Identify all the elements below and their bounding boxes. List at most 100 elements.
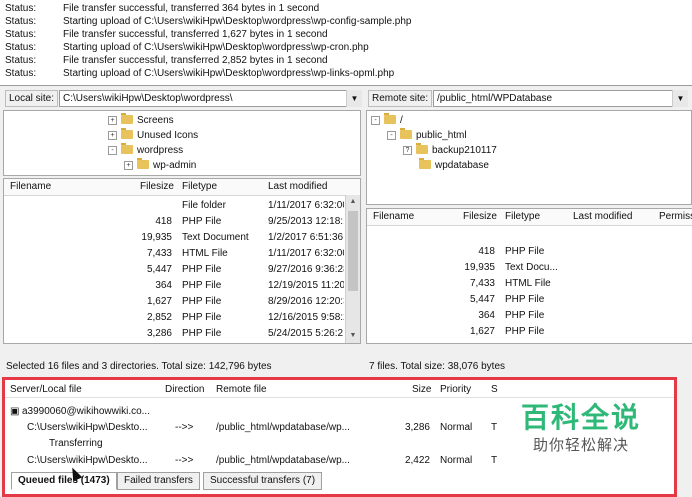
tree-node[interactable]: - public_html <box>387 128 467 143</box>
log-message: Starting upload of C:\Users\wikiHpw\Desk… <box>63 42 369 53</box>
unknown-status-icon[interactable]: ? <box>403 146 412 155</box>
file-type: PHP File <box>182 312 222 323</box>
tree-node[interactable]: - / <box>371 113 403 128</box>
tree-node[interactable]: + wp-admin <box>124 158 196 173</box>
log-row: Status: Starting upload of C:\Users\wikiH… <box>5 67 394 80</box>
local-site-path-input[interactable]: C:\Users\wikiHpw\Desktop\wordpress\ <box>59 90 347 107</box>
tab-queued-files[interactable]: Queued files (1473) <box>11 472 117 490</box>
file-row[interactable]: wp-blog-header...364PHP File12/19/2015 1… <box>4 278 360 294</box>
remote-file-list[interactable]: Filename Filesize Filetype Last modified… <box>366 208 692 344</box>
tree-node[interactable]: ? backup210117 <box>403 143 497 158</box>
queue-local-file: C:\Users\wikiHpw\Deskto... <box>27 455 148 466</box>
local-path-dropdown-icon[interactable]: ▼ <box>346 90 362 107</box>
folder-icon <box>384 113 396 124</box>
tab-failed-transfers[interactable]: Failed transfers <box>117 472 200 490</box>
queue-column-remote[interactable]: Remote file <box>216 384 267 395</box>
file-type: PHP File <box>182 328 222 339</box>
tab-successful-transfers[interactable]: Successful transfers (7) <box>203 472 323 490</box>
file-row[interactable]: index.php418PHP File <box>367 244 692 260</box>
file-row[interactable]: wp-config-sam...2,852PHP File12/16/2015 … <box>4 310 360 326</box>
file-type: PHP File <box>505 246 545 257</box>
file-size: 7,433 <box>146 248 172 259</box>
file-modified: 1/2/2017 6:51:36 I <box>268 232 344 243</box>
tree-node-label: wordpress <box>137 145 184 156</box>
queue-column-server[interactable]: Server/Local file <box>10 384 82 395</box>
file-type: PHP File <box>182 264 222 275</box>
expand-icon[interactable]: + <box>108 116 117 125</box>
file-row[interactable]: license.txt19,935Text Docu... <box>367 260 692 276</box>
column-permissions[interactable]: Permiss <box>659 211 692 222</box>
tree-node[interactable]: - wordpress <box>108 143 183 158</box>
collapse-icon[interactable]: - <box>387 131 396 140</box>
column-filename[interactable]: Filename <box>373 211 414 222</box>
expand-icon[interactable]: + <box>124 161 133 170</box>
file-row[interactable]: wp-activate.php5,447PHP File9/27/2016 9:… <box>4 262 360 278</box>
file-row[interactable]: license.txt19,935Text Document1/2/2017 6… <box>4 230 360 246</box>
local-file-list[interactable]: Filename Filesize Filetype Last modified… <box>3 178 361 344</box>
file-row[interactable]: wp-activ...5,447PHP File <box>367 292 692 308</box>
collapse-icon[interactable]: - <box>108 146 117 155</box>
message-log: Status: File transfer successful, transfe… <box>0 0 692 86</box>
tree-node[interactable]: + Unused Icons <box>108 128 198 143</box>
file-row[interactable]: wp-blog...364PHP File <box>367 308 692 324</box>
column-filename[interactable]: Filename <box>10 181 51 192</box>
local-directory-tree[interactable]: + Screens + Unused Icons - wordpress + wp-admin <box>3 110 361 176</box>
queue-status: T <box>491 422 498 433</box>
file-size: 364 <box>155 280 172 291</box>
column-filetype[interactable]: Filetype <box>182 181 217 192</box>
column-filetype[interactable]: Filetype <box>505 211 540 222</box>
tree-node-label: Unused Icons <box>137 130 199 141</box>
file-row[interactable]: wp-includesFile folder1/11/2017 6:32:00 <box>4 198 360 214</box>
column-last-modified[interactable]: Last modified <box>268 181 327 192</box>
queue-local-file: C:\Users\wikiHpw\Deskto... <box>27 422 148 433</box>
file-size: 418 <box>155 216 172 227</box>
file-row[interactable]: .. <box>367 228 692 244</box>
tree-node-label: / <box>400 115 403 126</box>
log-message: File transfer successful, transferred 2,… <box>63 55 328 66</box>
column-filesize[interactable]: Filesize <box>463 211 497 222</box>
file-row[interactable]: index.php418PHP File9/25/2013 12:18:1 <box>4 214 360 230</box>
local-site-bar: Local site: C:\Users\wikiHpw\Desktop\wor… <box>0 87 362 109</box>
file-type: PHP File <box>182 296 222 307</box>
file-row[interactable]: readme....7,433HTML File <box>367 276 692 292</box>
queue-column-priority[interactable]: Priority <box>440 384 471 395</box>
tree-node[interactable]: wpdatabase <box>419 158 489 173</box>
log-row: Status: File transfer successful, transfe… <box>5 54 328 67</box>
file-size: 19,935 <box>141 232 172 243</box>
file-type: Text Document <box>182 232 249 243</box>
queue-header: Server/Local file Direction Remote file … <box>5 380 674 398</box>
queue-column-size[interactable]: Size <box>412 384 431 395</box>
local-file-list-header: Filename Filesize Filetype Last modified <box>4 179 360 196</box>
file-row[interactable]: readme.html7,433HTML File1/11/2017 6:32:… <box>4 246 360 262</box>
file-size: 2,852 <box>146 312 172 323</box>
log-row: Status: File transfer successful, transfe… <box>5 28 328 41</box>
file-size: 7,433 <box>469 278 495 289</box>
tree-node-label: Screens <box>137 115 174 126</box>
column-filesize[interactable]: Filesize <box>140 181 174 192</box>
file-row[interactable]: wp-cron.php3,286PHP File5/24/2015 5:26:2 <box>4 326 360 342</box>
file-size: 5,447 <box>146 264 172 275</box>
file-modified: 1/11/2017 6:32:00 <box>268 200 344 211</box>
file-size: 19,935 <box>464 262 495 273</box>
queue-direction: -->> <box>175 422 194 433</box>
log-message: Starting upload of C:\Users\wikiHpw\Desk… <box>63 16 412 27</box>
tree-node-label: wpdatabase <box>435 160 489 171</box>
expand-icon[interactable]: + <box>108 131 117 140</box>
queue-column-status[interactable]: S <box>491 384 498 395</box>
file-type: PHP File <box>182 216 222 227</box>
watermark-title: 百科全说 <box>520 401 641 434</box>
folder-icon <box>121 113 133 124</box>
column-last-modified[interactable]: Last modified <box>573 211 632 222</box>
file-type: PHP File <box>505 294 545 305</box>
file-size: 3,286 <box>146 328 172 339</box>
file-row[interactable]: wp-com...1,627PHP File <box>367 324 692 340</box>
queue-column-direction[interactable]: Direction <box>165 384 204 395</box>
tree-node[interactable]: + Screens <box>108 113 174 128</box>
file-row[interactable]: wp-comments-...1,627PHP File8/29/2016 12… <box>4 294 360 310</box>
folder-icon <box>137 158 149 169</box>
remote-directory-tree[interactable]: - / - public_html? backup210117 wpdatabase <box>366 110 692 205</box>
collapse-icon[interactable]: - <box>371 116 380 125</box>
log-row: Status: File transfer successful, transfe… <box>5 2 319 15</box>
remote-path-dropdown-icon[interactable]: ▼ <box>672 90 688 107</box>
remote-site-path-input[interactable]: /public_html/WPDatabase <box>433 90 674 107</box>
